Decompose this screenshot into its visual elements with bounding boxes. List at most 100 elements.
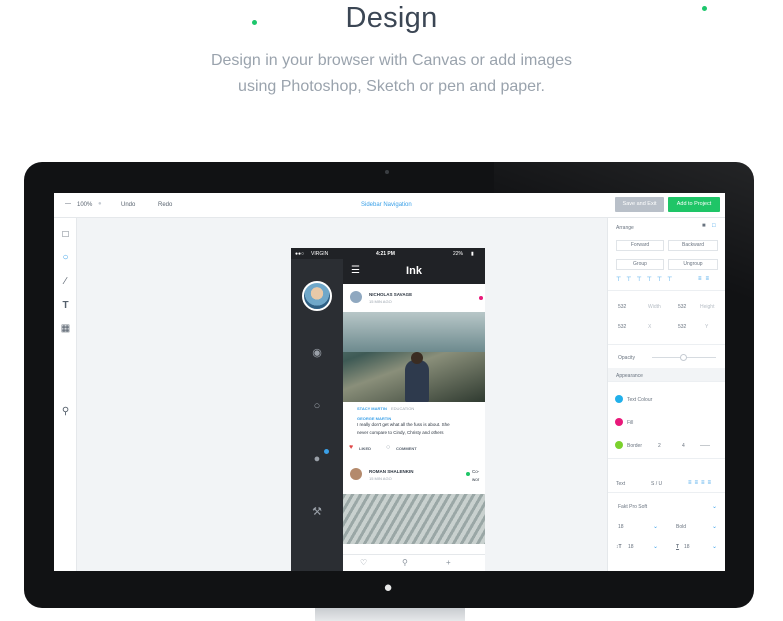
- letter-spacing-icon: T: [676, 544, 680, 550]
- section-title: Design: [345, 2, 438, 34]
- divider: [608, 492, 725, 493]
- letter-spacing-select[interactable]: 18: [684, 544, 690, 550]
- settings-icon[interactable]: ⚒: [310, 505, 324, 519]
- y-label: Y: [705, 324, 709, 330]
- post-photo[interactable]: [343, 312, 485, 402]
- zoom-in-icon[interactable]: ●: [98, 201, 102, 207]
- nav-sidebar: ◉ ○ ● ⚒: [291, 259, 343, 571]
- opacity-label: Opacity: [618, 355, 635, 361]
- rectangle-icon[interactable]: □: [60, 229, 71, 240]
- comment-text-line-1: I really don't get what all the fuss is …: [357, 422, 450, 427]
- post-user[interactable]: NICHOLAS SAVAGE: [369, 292, 412, 297]
- notification-dot: [324, 449, 329, 454]
- font-weight-select[interactable]: Bold: [676, 524, 686, 530]
- undo-button[interactable]: Undo: [121, 202, 135, 208]
- search-tab-icon[interactable]: ⚲: [402, 558, 408, 567]
- post-avatar[interactable]: [350, 291, 362, 303]
- font-size-select[interactable]: 18: [618, 524, 624, 530]
- avatar[interactable]: [302, 281, 332, 311]
- border-dash-icon[interactable]: ——: [700, 443, 710, 449]
- chat-icon[interactable]: ○: [310, 399, 324, 413]
- tool-sidebar: □ ○ ∕ T ▦ ⚲: [54, 218, 77, 571]
- line-height-select[interactable]: 18: [628, 544, 634, 550]
- lock-icon[interactable]: ■: [702, 223, 706, 229]
- text-align-icons[interactable]: ≡≡≡≡: [688, 480, 714, 486]
- add-post-icon[interactable]: +: [446, 558, 451, 567]
- ellipse-icon[interactable]: ○: [60, 252, 71, 263]
- x-label: X: [648, 324, 652, 330]
- image-icon[interactable]: ▦: [60, 323, 71, 334]
- comment-text-line-2: never compare to Cindy, Christy and othe…: [357, 430, 444, 435]
- line-icon[interactable]: ∕: [60, 276, 71, 287]
- backward-button[interactable]: Backward: [668, 240, 718, 251]
- save-exit-button[interactable]: Save and Exit: [615, 197, 664, 212]
- y-value[interactable]: 532: [678, 324, 686, 330]
- group-button[interactable]: Group: [616, 259, 664, 270]
- online-dot: [466, 472, 470, 476]
- text-heading: Text: [616, 481, 626, 487]
- top-toolbar: — 100% ● Undo Redo Sidebar Navigation Sa…: [54, 193, 725, 218]
- border-swatch[interactable]: [615, 441, 623, 449]
- arrange-heading: Arrange: [616, 225, 634, 231]
- favorites-icon[interactable]: ♡: [360, 558, 367, 567]
- comment1-tag: EDUCATION: [391, 406, 415, 411]
- comment-label[interactable]: COMMENT: [396, 446, 417, 451]
- width-value[interactable]: 532: [618, 304, 626, 310]
- liked-label[interactable]: LIKED: [359, 446, 371, 451]
- section-subtitle: Design in your browser with Canvas or ad…: [0, 48, 783, 100]
- divider: [608, 344, 725, 345]
- opacity-slider-handle[interactable]: [680, 354, 687, 361]
- properties-panel: Arrange ■ □ Forward Backward Group Ungro…: [607, 218, 725, 571]
- fill-swatch[interactable]: [615, 418, 623, 426]
- ungroup-button[interactable]: Ungroup: [668, 259, 718, 270]
- photo-subject: [405, 352, 429, 402]
- post2-photo[interactable]: [343, 494, 485, 544]
- add-to-project-button[interactable]: Add to Project: [668, 197, 720, 212]
- width-label: Width: [648, 304, 661, 310]
- border-style[interactable]: 4: [682, 443, 685, 449]
- chevron-down-icon[interactable]: ⌄: [712, 523, 717, 530]
- chevron-down-icon[interactable]: ⌄: [712, 503, 717, 510]
- forward-button[interactable]: Forward: [616, 240, 664, 251]
- text-icon[interactable]: T: [60, 300, 71, 311]
- chevron-down-icon[interactable]: ⌄: [653, 543, 658, 550]
- redo-button[interactable]: Redo: [158, 202, 172, 208]
- post-time: 15 MIN AGO: [369, 299, 392, 304]
- font-family-select[interactable]: Fakt Pro Soft: [618, 504, 647, 510]
- text-colour-swatch[interactable]: [615, 395, 623, 403]
- page-title: Sidebar Navigation: [361, 202, 412, 208]
- align-icons[interactable]: ⊤⊤⊤⊤⊤⊤: [616, 276, 677, 283]
- app-header: ☰ Ink: [343, 259, 485, 284]
- unlock-icon[interactable]: □: [712, 223, 716, 229]
- phone-artboard[interactable]: ●●○ VIRGIN 4:21 PM 22% ▮ ◉ ○ ● ⚒ ☰ Ink N…: [291, 248, 485, 571]
- zoom-out-icon[interactable]: —: [65, 201, 71, 207]
- post2-user[interactable]: ROMAN SHALENKIN: [369, 469, 414, 474]
- divider: [608, 458, 725, 459]
- post2-avatar[interactable]: [350, 468, 362, 480]
- monitor-stand: [315, 608, 465, 621]
- x-value[interactable]: 532: [618, 324, 626, 330]
- comment1-user[interactable]: STACY MARTIN: [357, 406, 387, 411]
- status-time: 4:21 PM: [376, 251, 395, 257]
- cowork-line-1: Co-: [472, 469, 480, 474]
- signal-icon: ●●○: [295, 251, 305, 257]
- height-value[interactable]: 532: [678, 304, 686, 310]
- decor-dot-left: [252, 20, 257, 25]
- cowork-line-2: wor: [472, 477, 480, 482]
- camera-icon: [385, 170, 389, 174]
- distribute-icons[interactable]: ≡≡: [698, 276, 713, 282]
- broadcast-icon[interactable]: ◉: [310, 346, 324, 360]
- chevron-down-icon[interactable]: ⌄: [712, 543, 717, 550]
- zoom-level[interactable]: 100%: [77, 202, 92, 208]
- height-label: Height: [700, 304, 715, 310]
- comment-icon[interactable]: ○: [386, 444, 390, 451]
- chevron-down-icon[interactable]: ⌄: [653, 523, 658, 530]
- search-icon[interactable]: ⚲: [60, 406, 71, 417]
- feed: NICHOLAS SAVAGE 15 MIN AGO STACY MARTIN …: [343, 284, 485, 571]
- fill-label: Fill: [627, 420, 634, 426]
- border-width[interactable]: 2: [658, 443, 661, 449]
- heart-icon[interactable]: ♥: [349, 444, 353, 451]
- subtitle-line-2: using Photoshop, Sketch or pen and paper…: [238, 78, 545, 95]
- text-style-buttons[interactable]: S / U: [651, 481, 662, 487]
- users-icon[interactable]: ●: [310, 452, 324, 466]
